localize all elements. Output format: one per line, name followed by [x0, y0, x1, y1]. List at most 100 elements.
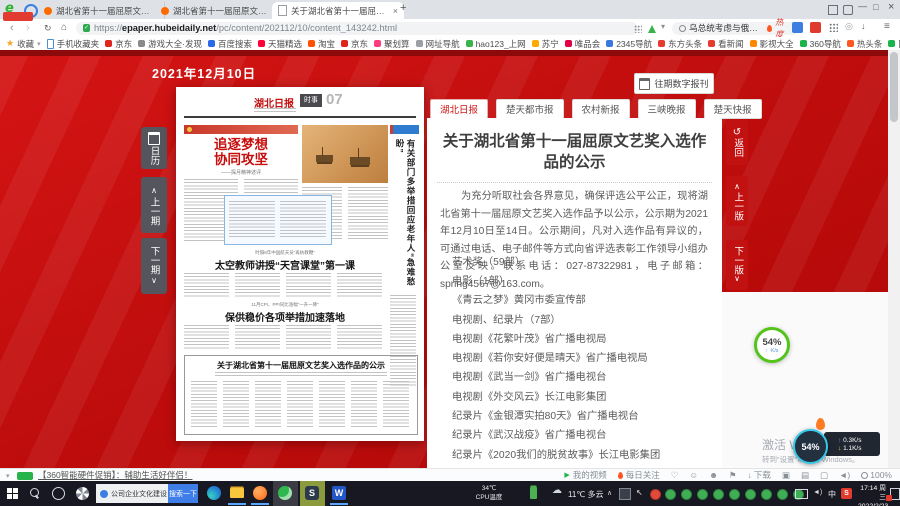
highlighted-app-slot[interactable]: S [300, 481, 325, 506]
bookmark-item[interactable]: 热头条 [847, 38, 883, 50]
tray-app-icon[interactable] [619, 488, 631, 500]
tray-pointer-icon[interactable]: ↖ [636, 488, 643, 497]
reader-icon[interactable] [810, 22, 821, 33]
tray-icon[interactable] [681, 489, 692, 500]
tray-icon[interactable] [665, 489, 676, 500]
apps-grid-icon[interactable] [634, 25, 642, 33]
bookmark-item[interactable]: 东方头条 [658, 38, 702, 50]
bookmark-item[interactable]: hao123_上网 [466, 38, 526, 50]
file-explorer-icon[interactable] [230, 488, 244, 498]
chevron-down-icon[interactable]: ▾ [6, 472, 10, 480]
bookmark-item[interactable]: 360导航 [800, 38, 841, 50]
bookmark-item[interactable]: 京东 [105, 38, 132, 50]
edition-tab-chutian-metro[interactable]: 楚天都市报 [496, 99, 564, 119]
scrollbar-track[interactable] [888, 50, 900, 468]
input-method-indicator[interactable]: 中 [828, 489, 836, 500]
edition-tab-sanxia-evening[interactable]: 三峡晚报 [638, 99, 696, 119]
secure-lock-icon[interactable]: ✓ [83, 24, 90, 32]
close-button[interactable]: × [888, 1, 894, 13]
back-icon[interactable]: ‹ [10, 19, 14, 37]
cortana-icon[interactable] [52, 487, 65, 500]
fake-text-column [235, 325, 280, 349]
tray-icon[interactable] [761, 489, 772, 500]
home-icon[interactable]: ⌂ [61, 19, 67, 37]
bookmark-item[interactable]: 2345导航 [606, 38, 652, 50]
bookmark-favorites[interactable]: ★收藏▾ [6, 38, 41, 50]
tray-expand-icon[interactable]: ∧ [607, 489, 612, 497]
bookmark-item[interactable]: 聚划算 [374, 38, 410, 50]
forward-icon[interactable]: › [26, 19, 30, 37]
newspaper-preview[interactable]: 湖北日报 时事 07 追逐梦想 协同攻坚 ——探月精神述评 [176, 87, 424, 441]
next-issue-button[interactable]: 下一期 ∨ [141, 238, 167, 294]
collect-icon[interactable] [843, 5, 853, 15]
taskbar-search-button[interactable]: 搜索一下 [168, 484, 198, 503]
refresh-icon[interactable]: ↻ [44, 19, 52, 37]
bookmark-item[interactable]: 百度搜索 [208, 38, 252, 50]
new-tab-button[interactable]: + [400, 2, 406, 14]
bookmark-item[interactable]: 手机收藏夹 [47, 38, 100, 50]
bookmark-item[interactable]: 唯品会 [565, 38, 601, 50]
accelerator-ball[interactable]: 54% [793, 429, 828, 464]
start-button[interactable] [7, 488, 18, 499]
tray-icon[interactable] [729, 489, 740, 500]
boost-icon[interactable] [648, 25, 656, 33]
cloud-weather-icon[interactable]: ☁ [552, 485, 562, 496]
calendar-button[interactable]: 日历 [141, 127, 167, 169]
orange-browser-icon[interactable] [253, 486, 267, 500]
tab-close-icon[interactable]: × [393, 6, 398, 16]
skin-icon[interactable]: ◎ [845, 21, 853, 32]
browser-tab[interactable]: 湖北省第十一届屈原文艺奖_36 [155, 2, 282, 19]
hot-search-query[interactable]: 乌总统考虑与俄断交 [689, 22, 764, 34]
browser-tab-active[interactable]: 关于湖北省第十一届屈原文艺奖 × [272, 2, 404, 19]
scrollbar-thumb[interactable] [890, 52, 898, 122]
bookmark-item[interactable]: 天猫精选 [258, 38, 302, 50]
edge-icon[interactable] [207, 486, 221, 500]
bookmark-item[interactable]: 苏宁 [532, 38, 559, 50]
bookmark-item[interactable]: 游戏大全·发现 [138, 38, 202, 50]
tray-s-icon[interactable]: S [841, 488, 852, 499]
maximize-button[interactable]: □ [873, 2, 878, 12]
bookmark-item[interactable]: 淘宝 [308, 38, 335, 50]
browser-tab[interactable]: 湖北省第十一届屈原文艺奖_36 [38, 2, 165, 19]
translate-icon[interactable] [792, 22, 803, 33]
bookmark-item[interactable]: 京东 [341, 38, 368, 50]
pinwheel-icon[interactable] [76, 487, 89, 500]
workspace-icon[interactable] [828, 5, 838, 15]
bookmark-item[interactable]: 网址导航 [416, 38, 460, 50]
tray-icon[interactable] [745, 489, 756, 500]
download-icon[interactable]: ↓ [861, 21, 866, 31]
chevron-down-icon[interactable]: ▾ [661, 22, 665, 31]
tray-icon[interactable] [697, 489, 708, 500]
promo-ribbon[interactable] [3, 12, 33, 21]
menu-icon[interactable]: ≡ [884, 21, 890, 32]
edition-tab-hubei-daily[interactable]: 湖北日报 [430, 99, 488, 119]
cpu-temp-widget[interactable]: 34℃ CPU温度 [466, 485, 512, 502]
tray-red-icon[interactable] [650, 489, 661, 500]
weather-text[interactable]: 11℃ 多云 [568, 489, 604, 500]
word-icon[interactable]: W [332, 486, 346, 500]
tray-icon[interactable] [777, 489, 788, 500]
taskbar-search-box[interactable]: 公司企业文化建设 [96, 484, 176, 503]
volume-icon[interactable]: ◄) [813, 489, 822, 496]
next-page-button[interactable]: 下一版 ∨ [726, 240, 748, 290]
prev-issue-button[interactable]: ∧ 上一期 [141, 177, 167, 233]
bookmark-item[interactable]: 影视大全 [750, 38, 794, 50]
archive-button[interactable]: 往期数字报刊 [634, 73, 714, 94]
url-field[interactable]: ✓ https://epaper.hubeidaily.net/pc/conte… [76, 22, 638, 35]
network-icon[interactable] [795, 489, 808, 499]
bookmark-item[interactable]: 网址大全 [888, 38, 900, 50]
prev-page-button[interactable]: ∧ 上一版 [726, 176, 748, 226]
back-button[interactable]: ↺ 返回 [726, 120, 748, 165]
edition-tab-rural-news[interactable]: 农村新报 [572, 99, 630, 119]
extensions-grid-icon[interactable] [829, 23, 838, 32]
headline-moon-sub: ——探月精神述评 [184, 169, 298, 176]
minimize-button[interactable]: — [858, 1, 867, 11]
bookmark-item[interactable]: 看新闻 [708, 38, 744, 50]
toolbar-search-box[interactable]: 乌总统考虑与俄断交 热度 [672, 22, 798, 35]
active-app-slot[interactable] [273, 481, 298, 506]
edition-tab-chutian-express[interactable]: 楚天快报 [704, 99, 762, 119]
tray-icon[interactable] [713, 489, 724, 500]
clock-widget[interactable]: 17:14 周三 2022/2/23 [858, 484, 886, 506]
speed-gauge[interactable]: 54% ↑ ·K/s [754, 327, 790, 363]
battery-icon[interactable] [530, 487, 537, 499]
